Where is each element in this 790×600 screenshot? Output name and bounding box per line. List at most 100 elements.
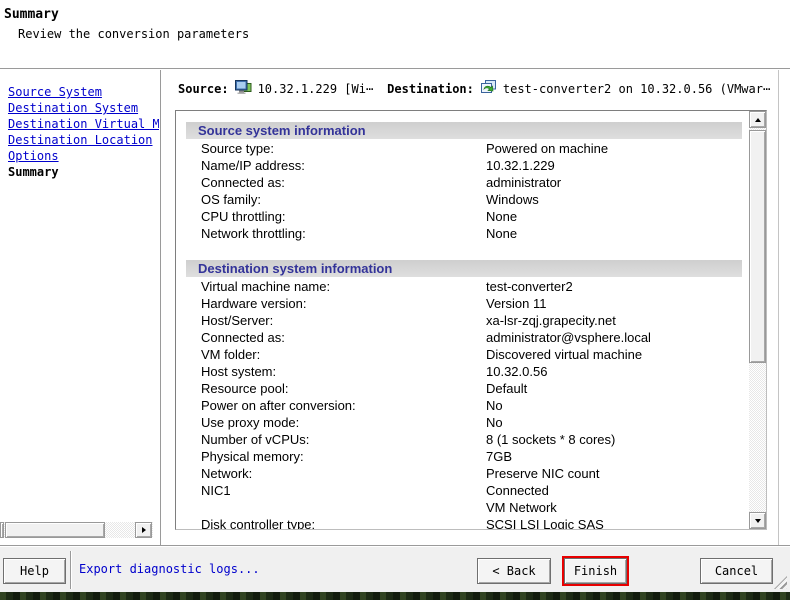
sidebar-item-destination-location[interactable]: Destination Location bbox=[8, 132, 159, 148]
sidebar-item-summary: Summary bbox=[8, 164, 159, 180]
converter-wizard-window: Summary Review the conversion parameters… bbox=[0, 0, 790, 600]
scroll-thumb[interactable] bbox=[5, 522, 105, 538]
sidebar-item-destination-virtual-m[interactable]: Destination Virtual M bbox=[8, 116, 159, 132]
row-value: None bbox=[486, 208, 517, 225]
source-value: 10.32.1.229 [Wi⋯ bbox=[258, 82, 374, 96]
section-header: Destination system information bbox=[186, 260, 742, 277]
row-label: Host system: bbox=[201, 363, 276, 380]
row-value: 7GB bbox=[486, 448, 512, 465]
row-label: CPU throttling: bbox=[201, 208, 286, 225]
summary-panel: Source system informationSource type: Pow… bbox=[175, 110, 767, 530]
section-header: Source system information bbox=[186, 122, 742, 139]
export-diagnostic-logs-link[interactable]: Export diagnostic logs... bbox=[79, 562, 260, 576]
row-value: Preserve NIC count bbox=[486, 465, 599, 482]
summary-row: Physical memory: 7GB bbox=[176, 448, 749, 465]
resize-grip[interactable] bbox=[774, 576, 787, 589]
row-label: Network: bbox=[201, 465, 252, 482]
scroll-thumb[interactable] bbox=[749, 130, 766, 363]
row-label: Power on after conversion: bbox=[201, 397, 356, 414]
page-subtitle: Review the conversion parameters bbox=[18, 27, 249, 41]
row-value: 10.32.0.56 bbox=[486, 363, 547, 380]
finish-button[interactable]: Finish bbox=[564, 558, 627, 584]
row-label: Name/IP address: bbox=[201, 157, 305, 174]
row-value: Powered on machine bbox=[486, 140, 608, 157]
row-value: Default bbox=[486, 380, 527, 397]
footer-divider bbox=[70, 551, 72, 589]
row-value: 10.32.1.229 bbox=[486, 157, 555, 174]
scroll-up-button[interactable] bbox=[749, 111, 766, 128]
destination-value: test-converter2 on 10.32.0.56 (VMwar⋯ bbox=[503, 82, 770, 96]
window-right-edge bbox=[778, 70, 779, 545]
row-value: No bbox=[486, 397, 503, 414]
page-title: Summary bbox=[4, 7, 59, 22]
arrow-up-icon bbox=[755, 118, 761, 122]
summary-row: Connected as:administrator@vsphere.local bbox=[176, 329, 749, 346]
scroll-right-button[interactable] bbox=[135, 522, 152, 538]
sidebar-item-source-system[interactable]: Source System bbox=[8, 84, 159, 100]
summary-row: Virtual machine name: test-converter2 bbox=[176, 278, 749, 295]
footer-bar: Help Export diagnostic logs... < Back Fi… bbox=[0, 547, 790, 592]
back-button[interactable]: < Back bbox=[477, 558, 551, 584]
row-label: Virtual machine name: bbox=[201, 278, 330, 295]
row-label: Source type: bbox=[201, 140, 274, 157]
summary-row: Hardware version: Version 11 bbox=[176, 295, 749, 312]
summary-row: VM folder:Discovered virtual machine bbox=[176, 346, 749, 363]
sidebar-item-options[interactable]: Options bbox=[8, 148, 159, 164]
row-label: Disk controller type: bbox=[201, 516, 315, 530]
desktop-strip bbox=[0, 592, 790, 600]
destination-label: Destination: bbox=[387, 82, 474, 96]
row-value: No bbox=[486, 414, 503, 431]
summary-row: Host system: 10.32.0.56 bbox=[176, 363, 749, 380]
row-label: OS family: bbox=[201, 191, 261, 208]
sidebar-item-destination-system[interactable]: Destination System bbox=[8, 100, 159, 116]
summary-row: CPU throttling: None bbox=[176, 208, 749, 225]
row-label: Hardware version: bbox=[201, 295, 307, 312]
summary-row: VM Network bbox=[176, 499, 749, 516]
summary-row: Use proxy mode: No bbox=[176, 414, 749, 431]
row-value: administrator@vsphere.local bbox=[486, 329, 651, 346]
row-label: Use proxy mode: bbox=[201, 414, 299, 431]
summary-row: Resource pool:Default bbox=[176, 380, 749, 397]
source-label: Source: bbox=[178, 82, 229, 96]
vm-convert-icon bbox=[480, 80, 497, 98]
summary-row: Network throttling: None bbox=[176, 225, 749, 242]
row-value: administrator bbox=[486, 174, 561, 191]
row-value: Windows bbox=[486, 191, 539, 208]
summary-row: Connected as:administrator bbox=[176, 174, 749, 191]
row-value: SCSI LSI Logic SAS bbox=[486, 516, 604, 530]
cancel-button[interactable]: Cancel bbox=[700, 558, 773, 584]
summary-row: Disk controller type: SCSI LSI Logic SAS bbox=[176, 516, 749, 530]
row-value: test-converter2 bbox=[486, 278, 573, 295]
row-value: Version 11 bbox=[486, 295, 546, 312]
computer-icon bbox=[235, 80, 252, 98]
summary-row: Host/Server:xa-lsr-zqj.grapecity.net bbox=[176, 312, 749, 329]
source-destination-bar: Source: 10.32.1.229 [Wi⋯ Destination: te… bbox=[178, 80, 780, 98]
arrow-down-icon bbox=[755, 519, 761, 523]
row-label: NIC1 bbox=[201, 482, 231, 499]
row-value: 8 (1 sockets * 8 cores) bbox=[486, 431, 615, 448]
summary-row: Number of vCPUs: 8 (1 sockets * 8 cores) bbox=[176, 431, 749, 448]
row-label: Number of vCPUs: bbox=[201, 431, 309, 448]
row-value: Discovered virtual machine bbox=[486, 346, 642, 363]
sidebar-nav: Source SystemDestination SystemDestinati… bbox=[0, 70, 159, 520]
row-value: None bbox=[486, 225, 517, 242]
row-label: Physical memory: bbox=[201, 448, 304, 465]
arrow-right-icon bbox=[142, 527, 146, 533]
row-label: Host/Server: bbox=[201, 312, 273, 329]
summary-vertical-scrollbar[interactable] bbox=[749, 111, 766, 529]
summary-row: NIC1 Connected bbox=[176, 482, 749, 499]
row-value: VM Network bbox=[486, 499, 557, 516]
summary-row: Name/IP address: 10.32.1.229 bbox=[176, 157, 749, 174]
sidebar-separator bbox=[160, 70, 162, 545]
scroll-down-button[interactable] bbox=[749, 512, 766, 529]
summary-row: Network: Preserve NIC count bbox=[176, 465, 749, 482]
row-value: Connected bbox=[486, 482, 549, 499]
help-button[interactable]: Help bbox=[3, 558, 66, 584]
summary-row: OS family: Windows bbox=[176, 191, 749, 208]
scroll-left-button[interactable] bbox=[0, 522, 4, 538]
sidebar-horizontal-scrollbar[interactable] bbox=[0, 522, 153, 538]
summary-row: Source type: Powered on machine bbox=[176, 140, 749, 157]
summary-content: Source system informationSource type: Pow… bbox=[176, 111, 749, 530]
summary-row: Power on after conversion: No bbox=[176, 397, 749, 414]
row-label: Network throttling: bbox=[201, 225, 306, 242]
